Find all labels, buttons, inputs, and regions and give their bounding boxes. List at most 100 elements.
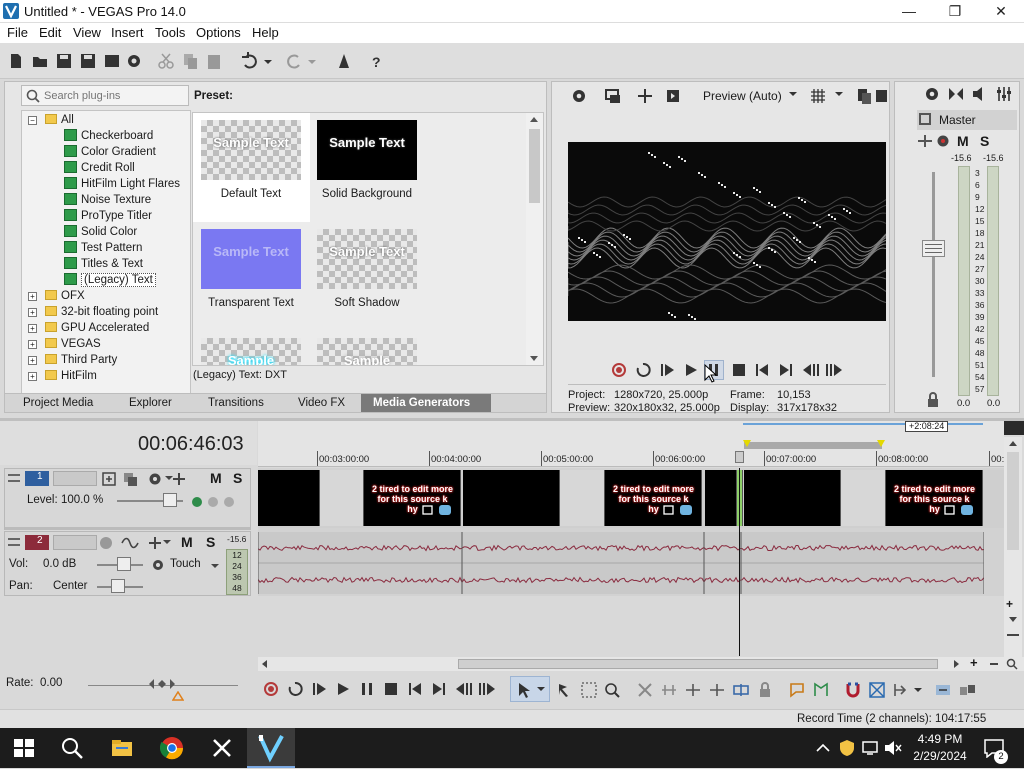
vscroll-down-icon[interactable] — [1009, 617, 1017, 622]
play-icon[interactable] — [683, 362, 699, 378]
preset-label[interactable]: Soft Shadow — [309, 297, 425, 309]
preset-thumbnail[interactable]: Sample Text — [317, 120, 417, 180]
master-fader-handle[interactable] — [922, 240, 945, 257]
timeline-vertical-scrollbar[interactable]: + — [1004, 437, 1022, 657]
plugin-search-input[interactable] — [44, 88, 184, 103]
level-slider-handle[interactable] — [163, 493, 177, 507]
vol-slider-handle[interactable] — [117, 557, 131, 571]
preview-quality-select[interactable]: Preview (Auto) — [703, 89, 782, 103]
preset-label[interactable]: Transparent Text — [193, 297, 309, 309]
menu-view[interactable]: View — [73, 25, 101, 40]
speaker-icon[interactable] — [971, 85, 989, 103]
video-event[interactable] — [258, 470, 320, 526]
auto-ripple-icon[interactable] — [892, 681, 910, 699]
pan-slider-handle[interactable] — [111, 579, 125, 593]
minimize-icon[interactable]: — — [886, 0, 932, 23]
plugin-tree-item[interactable]: + HitFilm — [28, 368, 97, 384]
playhead-line[interactable] — [739, 468, 740, 596]
plugin-tree-item[interactable]: + OFX — [28, 288, 85, 304]
copy-icon[interactable] — [180, 51, 200, 71]
preset-label[interactable]: Default Text — [193, 188, 309, 200]
video-event[interactable] — [320, 470, 364, 526]
master-mute-button[interactable]: M — [957, 133, 969, 149]
undo-icon[interactable] — [240, 51, 260, 71]
expand-icon[interactable]: + — [28, 340, 37, 349]
rate-reset-marker[interactable] — [172, 691, 184, 701]
overlays-grid-icon[interactable] — [809, 87, 827, 105]
selection-edit-tool-icon[interactable] — [580, 681, 598, 699]
menu-tools[interactable]: Tools — [155, 25, 185, 40]
plugin-search-box[interactable] — [21, 85, 189, 106]
timeline-go-to-start-icon[interactable] — [407, 681, 423, 697]
video-event[interactable] — [841, 470, 886, 526]
video-event[interactable]: 2 tired to edit more for this source k h… — [605, 470, 702, 526]
master-lock-icon[interactable] — [926, 392, 940, 408]
audio-track-solo-button[interactable]: S — [206, 534, 215, 550]
loop-end-marker[interactable] — [877, 440, 885, 447]
video-event[interactable]: 2 tired to edit more for this source k h… — [364, 470, 461, 526]
timeline-loop-icon[interactable] — [287, 681, 303, 697]
track-composite-mode-icon[interactable] — [171, 471, 187, 487]
plugin-tree-item[interactable]: Checkerboard — [64, 128, 153, 144]
trim-end-icon[interactable] — [708, 681, 726, 699]
zoom-edit-tool-icon[interactable] — [603, 681, 621, 699]
mixer-faders-icon[interactable] — [995, 85, 1013, 103]
loop-region-band[interactable] — [744, 442, 882, 449]
video-event[interactable]: 2 tired to edit more for this source k h… — [886, 470, 983, 526]
hscroll-left-icon[interactable] — [262, 660, 267, 668]
whats-this-help-icon[interactable]: ? — [366, 51, 386, 71]
edit-tool-icon[interactable] — [334, 51, 354, 71]
open-project-icon[interactable] — [30, 51, 50, 71]
tab-media-generators-active[interactable]: Media Generators — [361, 394, 491, 412]
audio-fx-dropdown-icon[interactable] — [163, 538, 171, 548]
event-fx-crop-icons[interactable] — [662, 504, 698, 516]
tab-project-media[interactable]: Project Media — [23, 397, 93, 409]
plugin-tree-item[interactable]: Credit Roll — [64, 160, 135, 176]
automation-mode[interactable]: Touch — [170, 558, 201, 570]
loop-start-marker[interactable] — [743, 440, 751, 447]
split-icon[interactable] — [732, 681, 750, 699]
menu-file[interactable]: File — [7, 25, 28, 40]
video-event[interactable] — [463, 470, 560, 526]
ignore-event-grouping-icon[interactable] — [958, 681, 976, 699]
delete-icon[interactable] — [636, 681, 654, 699]
cut-icon[interactable] — [156, 51, 176, 71]
track-fx-icon[interactable] — [147, 471, 163, 487]
video-track-solo-button[interactable]: S — [233, 470, 242, 486]
go-to-start-icon[interactable] — [754, 362, 770, 378]
timeline-ruler[interactable]: +2:08:24 00:03:00:00 00:04:00:00 00:05:00:… — [258, 421, 1004, 467]
vscroll-thumb[interactable] — [1007, 452, 1019, 550]
x-twitter-icon[interactable] — [210, 736, 234, 760]
new-project-icon[interactable] — [6, 51, 26, 71]
downmix-icon[interactable] — [947, 85, 965, 103]
paste-icon[interactable] — [204, 51, 224, 71]
plugin-tree-item[interactable]: (Legacy) Text — [64, 272, 156, 288]
marker-bar-icon[interactable] — [1004, 421, 1024, 435]
snapping-magnet-icon[interactable] — [844, 681, 862, 699]
video-effects-icons[interactable] — [189, 494, 237, 510]
scroll-up-icon[interactable] — [530, 117, 538, 122]
lock-envelopes-to-events-icon[interactable] — [934, 681, 952, 699]
vscroll-up-icon[interactable] — [1009, 441, 1017, 446]
region-marker-icon[interactable] — [788, 681, 806, 699]
plugin-tree-item[interactable]: +32-bit floating point — [28, 304, 158, 320]
preview-settings-gear-icon[interactable] — [570, 87, 588, 105]
menu-edit[interactable]: Edit — [39, 25, 61, 40]
video-lane[interactable]: 2 tired to edit more for this source k h… — [258, 470, 1004, 528]
split-screen-icon[interactable] — [636, 87, 654, 105]
overlays-dropdown-icon[interactable] — [834, 91, 844, 99]
hscroll-right-icon[interactable] — [954, 660, 959, 668]
event-fx-crop-icons[interactable] — [421, 504, 457, 516]
next-frame-icon[interactable] — [825, 362, 843, 378]
touch-automation-gear-icon[interactable] — [151, 558, 165, 572]
event-fx-crop-icons[interactable] — [943, 504, 979, 516]
auto-ripple-dropdown-icon[interactable] — [914, 686, 922, 694]
plugin-tree-item[interactable]: Test Pattern — [64, 240, 142, 256]
plugin-tree-item[interactable]: ProType Titler — [64, 208, 152, 224]
empty-track-area[interactable] — [258, 596, 1004, 656]
network-icon[interactable] — [862, 740, 880, 756]
arm-record-icon[interactable] — [100, 537, 112, 549]
mixer-settings-gear-icon[interactable] — [923, 85, 941, 103]
timeline-record-button[interactable] — [264, 682, 278, 696]
expand-icon[interactable]: + — [28, 356, 37, 365]
